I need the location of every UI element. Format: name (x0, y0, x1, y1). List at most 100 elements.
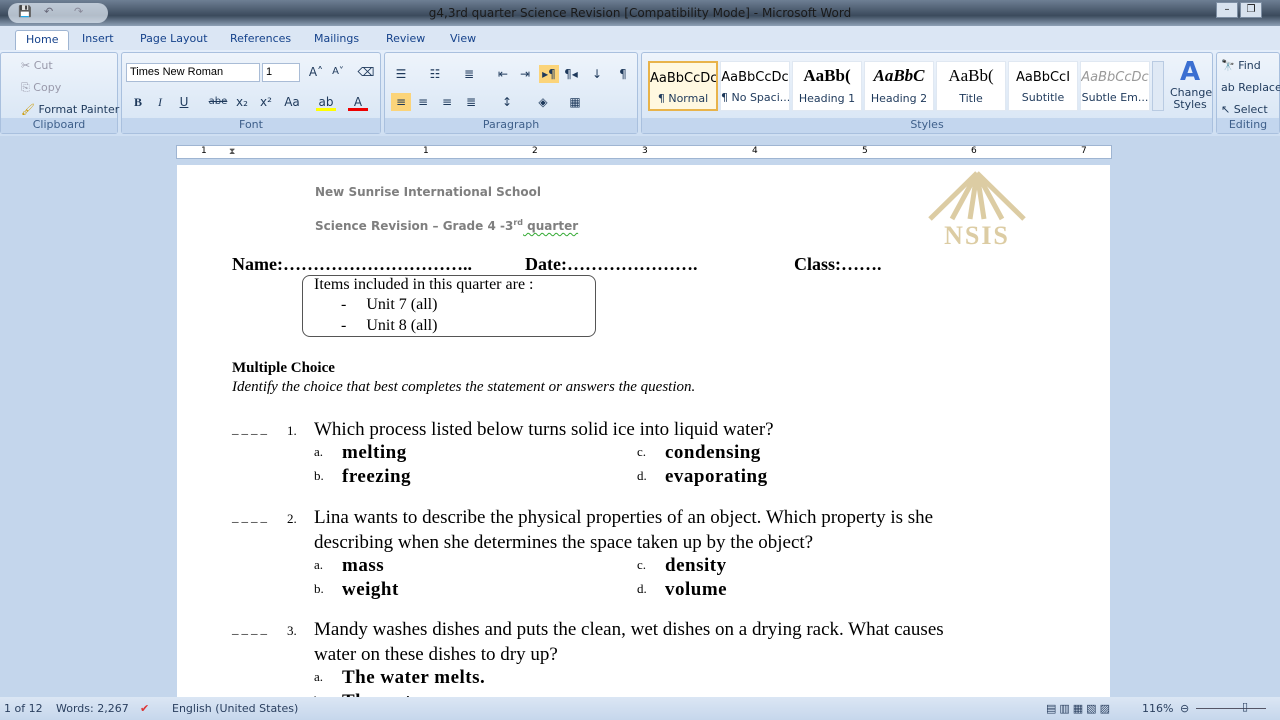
tab-review[interactable]: Review (376, 30, 435, 50)
item-row: - Unit 8 (all) (341, 317, 438, 334)
choice-text: volume (665, 579, 728, 600)
shrink-font-icon[interactable]: A˅ (328, 63, 348, 81)
paragraph-label: Paragraph (385, 118, 637, 133)
tab-insert[interactable]: Insert (72, 30, 124, 50)
choice-text: weight (342, 579, 399, 600)
cut-button[interactable]: ✂ Cut (21, 59, 53, 72)
style-title[interactable]: AaBb(Title (936, 61, 1006, 111)
bold-icon[interactable]: B (128, 93, 148, 111)
align-left-icon[interactable]: ≡ (391, 93, 411, 111)
replace-button[interactable]: ab Replace (1221, 81, 1280, 94)
name-label: Name:………………………….. (232, 254, 472, 274)
subscript-icon[interactable]: x₂ (232, 93, 252, 111)
minimize-button[interactable]: – (1216, 2, 1238, 18)
copy-button[interactable]: ⎘ Copy (21, 81, 61, 95)
choice-letter: d. (637, 468, 647, 483)
ruler-tick: 1 (201, 146, 207, 156)
zoom-level[interactable]: 116% (1142, 702, 1173, 715)
style-heading-1[interactable]: AaBb(Heading 1 (792, 61, 862, 111)
ruler-tick: 4 (752, 146, 758, 156)
copy-label: Copy (33, 81, 62, 94)
document-page[interactable]: New Sunrise International School Science… (177, 165, 1110, 705)
sort-icon[interactable]: ↓ (587, 65, 607, 83)
change-styles-icon: A (1179, 57, 1201, 87)
format-painter-label: Format Painter (38, 103, 120, 116)
items-box: Items included in this quarter are : - U… (302, 275, 596, 337)
superscript-icon[interactable]: x² (256, 93, 276, 111)
numbering-icon[interactable]: ☷ (425, 65, 445, 83)
cut-label: Cut (33, 59, 53, 72)
ruler-tick: 1 (423, 146, 429, 156)
style-preview: AaBb( (948, 66, 994, 85)
ltr-icon[interactable]: ▸¶ (539, 65, 559, 83)
font-color-icon[interactable]: A (348, 93, 368, 111)
tab-page-layout[interactable]: Page Layout (130, 30, 218, 50)
clear-formatting-icon[interactable]: ⌫ (356, 63, 376, 81)
decrease-indent-icon[interactable]: ⇤ (493, 65, 513, 83)
tab-mailings[interactable]: Mailings (304, 30, 369, 50)
highlight-icon[interactable]: ab (316, 93, 336, 111)
choice-letter: b. (314, 468, 324, 483)
increase-indent-icon[interactable]: ⇥ (515, 65, 535, 83)
restore-button[interactable]: ❐ (1240, 2, 1262, 18)
horizontal-ruler[interactable]: 1 1 2 3 4 5 6 7 ⧗ (176, 145, 1112, 159)
view-buttons[interactable]: ▤▥▦▧▨ (1046, 702, 1113, 715)
rtl-icon[interactable]: ¶◂ (561, 65, 581, 83)
style-name: ¶ Normal (657, 92, 709, 105)
align-right-icon[interactable]: ≡ (437, 93, 457, 111)
question-text: Lina wants to describe the physical prop… (314, 507, 934, 528)
borders-icon[interactable]: ▦ (565, 93, 585, 111)
zoom-out-icon[interactable]: ⊖ (1180, 702, 1189, 715)
subtitle-sup: rd (513, 218, 523, 227)
page-count[interactable]: 1 of 12 (4, 702, 43, 715)
style-subtitle[interactable]: AaBbCcI Subtitle (1008, 61, 1078, 111)
style-name: Heading 2 (870, 92, 928, 105)
italic-icon[interactable]: I (150, 93, 170, 111)
choice-text: The water melts. (342, 667, 486, 688)
school-name: New Sunrise International School (315, 185, 542, 199)
change-case-icon[interactable]: Aa (282, 93, 302, 111)
format-painter-button[interactable]: 🖌 Format Painter (21, 103, 119, 116)
style-normal[interactable]: AaBbCcDc ¶ Normal (648, 61, 718, 111)
grow-font-icon[interactable]: A˄ (306, 63, 326, 81)
shading-icon[interactable]: ◈ (533, 93, 553, 111)
style-heading-2[interactable]: AaBbC Heading 2 (864, 61, 934, 111)
style-no-spacing[interactable]: AaBbCcDc ¶ No Spaci... (720, 61, 790, 111)
change-styles-button[interactable]: A Change Styles (1170, 57, 1212, 111)
clipboard-label: Clipboard (1, 118, 117, 133)
tab-view[interactable]: View (440, 30, 486, 50)
multilevel-list-icon[interactable]: ≣ (459, 65, 479, 83)
strikethrough-icon[interactable]: abe (208, 93, 228, 111)
styles-scrollbar[interactable] (1152, 61, 1164, 111)
underline-icon[interactable]: U (174, 93, 194, 111)
style-preview: AaBb( (803, 66, 851, 85)
ruler-tick: 7 (1081, 146, 1087, 156)
editing-group: 🔭 Find ab Replace ↖ Select Editing (1216, 52, 1280, 134)
show-marks-icon[interactable]: ¶ (613, 65, 633, 83)
line-spacing-icon[interactable]: ↕ (497, 93, 517, 111)
indent-marker[interactable]: ⧗ (229, 147, 235, 157)
tab-references[interactable]: References (220, 30, 301, 50)
language[interactable]: English (United States) (172, 702, 298, 715)
paragraph-group: ☰ ☷ ≣ ⇤ ⇥ ▸¶ ¶◂ ↓ ¶ ≡ ≡ ≡ ≣ ↕ ◈ ▦ Paragr… (384, 52, 638, 134)
answer-blank: ____ (232, 621, 270, 636)
justify-icon[interactable]: ≣ (461, 93, 481, 111)
choice-letter: a. (314, 669, 324, 684)
align-center-icon[interactable]: ≡ (413, 93, 433, 111)
brush-icon: 🖌 (21, 103, 35, 116)
zoom-slider[interactable] (1196, 708, 1266, 709)
ruler-tick: 3 (642, 146, 648, 156)
word-count[interactable]: Words: 2,267 (56, 702, 129, 715)
document-subtitle: Science Revision – Grade 4 -3rd quarter (315, 218, 578, 233)
select-button[interactable]: ↖ Select (1221, 103, 1268, 116)
find-button[interactable]: 🔭 Find (1221, 59, 1261, 72)
font-name-select[interactable]: Times New Roman (126, 63, 260, 82)
bullets-icon[interactable]: ☰ (391, 65, 411, 83)
answer-blank: ____ (232, 421, 270, 436)
proofing-icon[interactable]: ✔ (140, 702, 149, 715)
zoom-slider-thumb[interactable]: ▯ (1242, 700, 1248, 713)
item-row: - Unit 7 (all) (341, 296, 438, 313)
style-subtle-emphasis[interactable]: AaBbCcDc Subtle Em... (1080, 61, 1150, 111)
font-size-select[interactable]: 1 (262, 63, 300, 82)
tab-home[interactable]: Home (15, 30, 70, 50)
